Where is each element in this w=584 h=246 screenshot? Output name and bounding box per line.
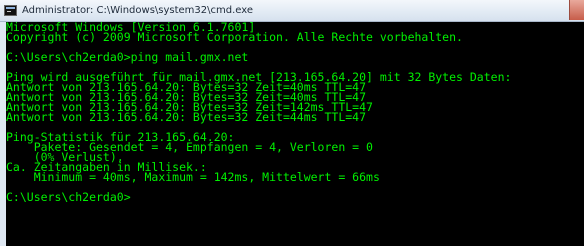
console-line: C:\Users\ch2erda0>ping mail.gmx.net bbox=[6, 50, 249, 64]
cmd-window: Administrator: C:\Windows\system32\cmd.e… bbox=[0, 0, 584, 246]
cmd-console-icon[interactable] bbox=[4, 5, 17, 16]
console-line: Minimum = 40ms, Maximum = 142ms, Mittelw… bbox=[6, 170, 380, 184]
title-bar[interactable]: Administrator: C:\Windows\system32\cmd.e… bbox=[0, 0, 584, 22]
console-prompt: C:\Users\ch2erda0> bbox=[6, 190, 131, 204]
console-line: Antwort von 213.165.64.20: Bytes=32 Zeit… bbox=[6, 110, 367, 124]
window-title: Administrator: C:\Windows\system32\cmd.e… bbox=[22, 5, 254, 16]
close-button[interactable] bbox=[569, 0, 584, 20]
console-output[interactable]: Microsoft Windows [Version 6.1.7601] Cop… bbox=[6, 22, 584, 246]
console-line: Copyright (c) 2009 Microsoft Corporation… bbox=[6, 30, 463, 44]
